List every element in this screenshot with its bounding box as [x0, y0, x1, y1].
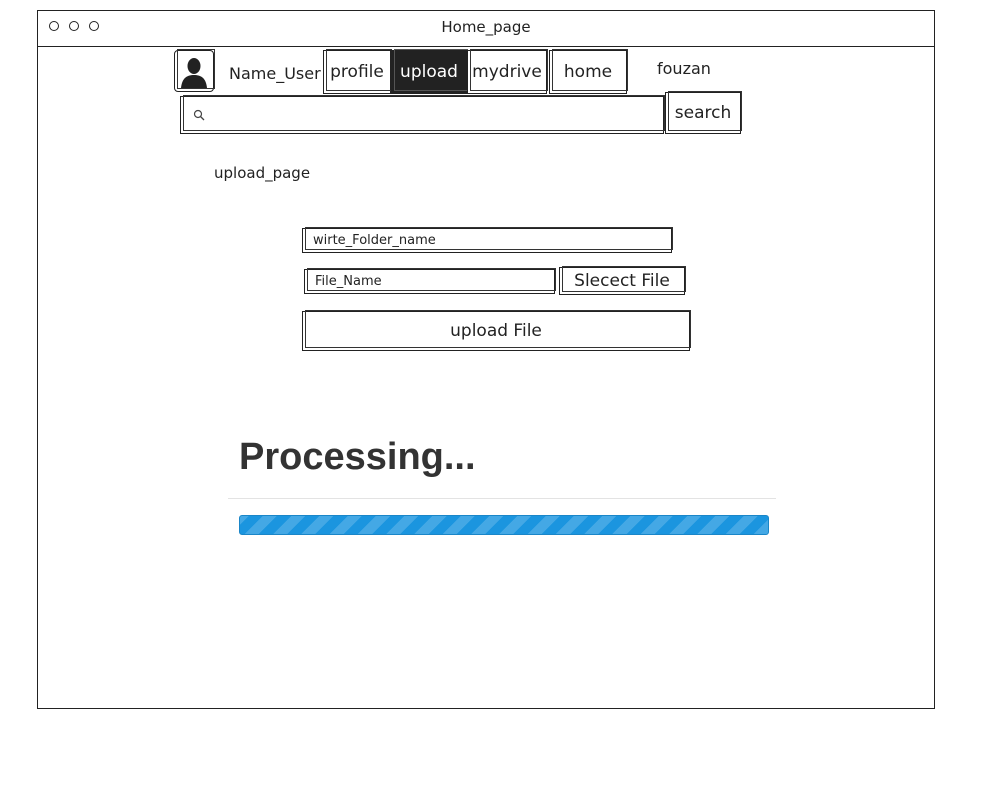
- title-bar: Home_page: [38, 11, 934, 47]
- tab-upload-label: upload: [400, 62, 458, 82]
- file-name-field[interactable]: File_Name: [304, 268, 556, 294]
- progress-bar: [239, 515, 769, 535]
- upload-file-button[interactable]: upload File: [302, 310, 691, 351]
- username-right-label: fouzan: [657, 59, 711, 78]
- tab-profile-label: profile: [330, 62, 384, 82]
- search-input[interactable]: [180, 95, 665, 134]
- select-file-button[interactable]: Slecect File: [559, 266, 686, 295]
- processing-title: Processing...: [239, 436, 476, 478]
- file-name-text: File_Name: [315, 274, 382, 289]
- user-silhouette-icon: [181, 58, 207, 88]
- search-icon: [193, 109, 205, 121]
- user-name-label: Name_User: [229, 64, 321, 83]
- search-button-label: search: [674, 103, 732, 123]
- page-title: upload_page: [214, 164, 311, 182]
- folder-name-field[interactable]: wirte_Folder_name: [302, 227, 673, 253]
- divider: [228, 498, 776, 499]
- window-title: Home_page: [441, 18, 531, 36]
- search-button[interactable]: search: [665, 91, 742, 134]
- tab-mydrive-label: mydrive: [472, 62, 542, 82]
- select-file-label: Slecect File: [574, 271, 670, 291]
- upload-file-label: upload File: [450, 321, 542, 341]
- avatar[interactable]: [174, 49, 215, 92]
- tab-home[interactable]: home: [549, 49, 628, 94]
- folder-name-text: wirte_Folder_name: [313, 233, 436, 248]
- tab-profile[interactable]: profile: [323, 49, 392, 94]
- tab-upload[interactable]: upload: [391, 49, 468, 94]
- tab-mydrive[interactable]: mydrive: [467, 49, 548, 94]
- tab-home-label: home: [563, 62, 613, 82]
